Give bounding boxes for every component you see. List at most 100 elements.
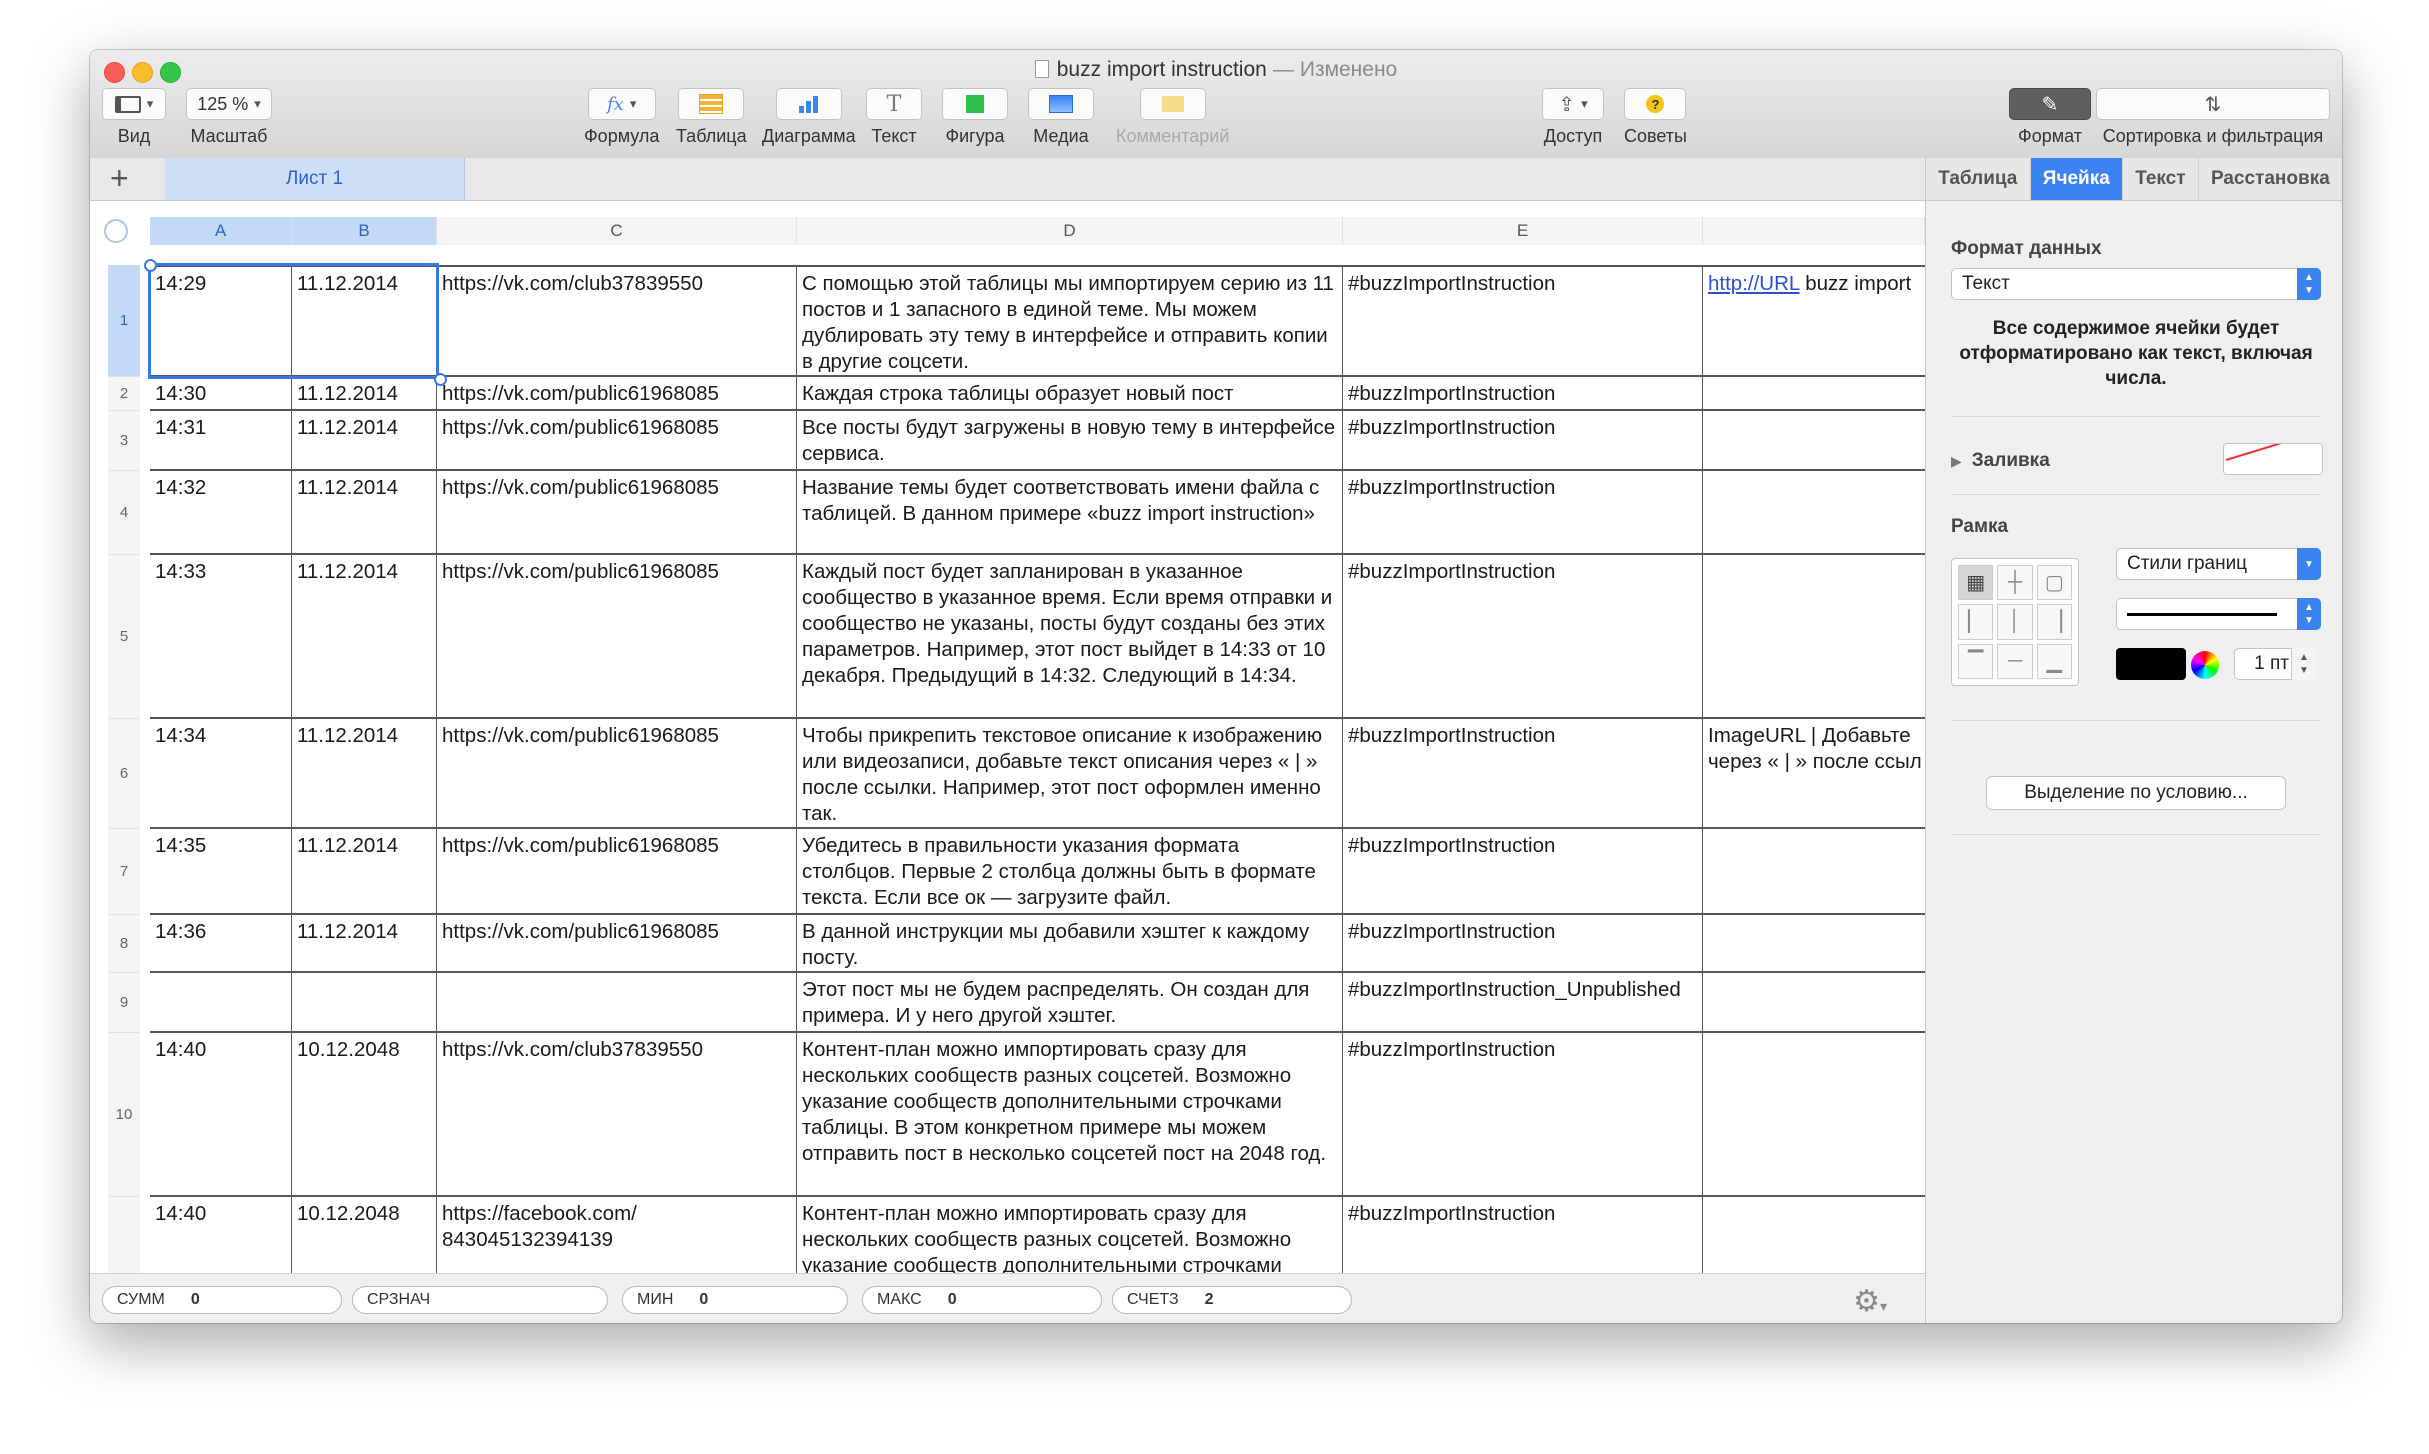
comment-button[interactable]	[1139, 88, 1206, 120]
table-cell-a[interactable]: 14:40	[150, 1033, 292, 1197]
border-all-icon[interactable]: ▦	[1958, 565, 1994, 601]
table-cell-d[interactable]: Контент-план можно импортировать сразу д…	[797, 1033, 1343, 1197]
table-cell-b[interactable]: 11.12.2014	[292, 471, 437, 555]
text-button[interactable]: T	[866, 88, 922, 120]
border-left-icon[interactable]: ▏	[1958, 604, 1994, 640]
table-cell-c[interactable]: https://vk.com/public61968085	[437, 915, 797, 973]
format-button[interactable]: ✎	[2009, 88, 2091, 120]
table-cell-f[interactable]	[1703, 973, 1925, 1033]
tab-cell[interactable]: Ячейка	[2030, 158, 2123, 200]
row-header[interactable]: 8	[108, 915, 140, 973]
row-header[interactable]: 1	[108, 265, 140, 377]
tips-control[interactable]: ? Советы	[1624, 88, 1687, 147]
table-cell-d[interactable]: Чтобы прикрепить текстовое описание к из…	[797, 719, 1343, 829]
row-header[interactable]: 3	[108, 411, 140, 471]
border-right-icon[interactable]: ▕	[2036, 604, 2072, 640]
table-cell-b[interactable]: 11.12.2014	[292, 719, 437, 829]
share-control[interactable]: ⇪ ▾ Доступ	[1542, 88, 1604, 147]
spreadsheet-grid[interactable]: A B C D E 1 14:29 11.12.2014 https://vk.com…	[90, 201, 1925, 1321]
table-cell-c[interactable]: https://vk.com/club37839550	[437, 1033, 797, 1197]
table-cell-f[interactable]	[1703, 1033, 1925, 1197]
table-cell-e[interactable]: #buzzImportInstruction	[1343, 411, 1703, 471]
table-cell-c[interactable]: https://vk.com/public61968085	[437, 377, 797, 411]
min-pill[interactable]: МИН 0	[622, 1286, 848, 1314]
table-cell-e[interactable]: #buzzImportInstruction	[1343, 265, 1703, 377]
table-cell-e[interactable]: #buzzImportInstruction	[1343, 377, 1703, 411]
table-cell-a[interactable]: 14:31	[150, 411, 292, 471]
table-cell-d[interactable]: Каждая строка таблицы образует новый пос…	[797, 377, 1343, 411]
column-header-f[interactable]	[1703, 217, 1925, 245]
border-bottom-icon[interactable]: ▁	[2036, 643, 2072, 679]
table-cell-a[interactable]	[150, 973, 292, 1033]
zoom-control[interactable]: 125 % ▾ Масштаб	[186, 88, 272, 147]
width-stepper-icon[interactable]: ▲ ▼	[2291, 648, 2316, 680]
table-cell-c[interactable]: https://vk.com/public61968085	[437, 411, 797, 471]
fill-toggle[interactable]: ▶ Заливка	[1951, 450, 2050, 472]
border-picker[interactable]: ▦ ┼ ▢ ▏ │ ▕ ▔ ─ ▁	[1951, 558, 2079, 686]
table-cell-f[interactable]	[1703, 377, 1925, 411]
table-cell-f[interactable]	[1703, 829, 1925, 915]
media-button[interactable]	[1028, 88, 1094, 120]
column-header-c[interactable]: C	[437, 217, 797, 245]
table-button[interactable]	[678, 88, 745, 120]
cell-hyperlink[interactable]: http://URL	[1708, 272, 1800, 295]
table-control[interactable]: Таблица	[676, 88, 747, 147]
row-header[interactable]: 7	[108, 829, 140, 915]
table-cell-b[interactable]	[292, 973, 437, 1033]
table-cell-a[interactable]: 14:34	[150, 719, 292, 829]
formula-control[interactable]: fx ▾ Формула	[584, 88, 659, 147]
fill-color-well[interactable]	[2223, 443, 2323, 475]
border-styles-select[interactable]: Стили границ ▼	[2116, 548, 2321, 580]
format-control[interactable]: ✎ Формат	[2009, 88, 2091, 147]
border-vertical-icon[interactable]: │	[1997, 604, 2033, 640]
column-header-d[interactable]: D	[797, 217, 1343, 245]
table-cell-f[interactable]: http://URL buzz import	[1703, 265, 1925, 377]
row-header[interactable]: 10	[108, 1033, 140, 1197]
sort-control[interactable]: ⇅ Сортировка и фильтрация	[2096, 88, 2330, 147]
view-button[interactable]: ▾	[102, 88, 166, 120]
color-wheel-icon[interactable]	[2191, 651, 2219, 679]
table-cell-b[interactable]: 11.12.2014	[292, 915, 437, 973]
table-cell-c[interactable]: https://vk.com/public61968085	[437, 829, 797, 915]
zoom-select[interactable]: 125 % ▾	[186, 88, 272, 120]
table-cell-d[interactable]: В данной инструкции мы добавили хэштег к…	[797, 915, 1343, 973]
table-cell-c[interactable]: https://vk.com/public61968085	[437, 719, 797, 829]
table-cell-a[interactable]: 14:30	[150, 377, 292, 411]
table-cell-b[interactable]: 11.12.2014	[292, 265, 437, 377]
max-pill[interactable]: МАКС 0	[862, 1286, 1102, 1314]
add-sheet-button[interactable]: +	[110, 160, 129, 197]
table-cell-a[interactable]: 14:32	[150, 471, 292, 555]
column-header-e[interactable]: E	[1343, 217, 1703, 245]
table-cell-c[interactable]: https://vk.com/public61968085	[437, 555, 797, 719]
conditional-highlight-button[interactable]: Выделение по условию...	[1986, 776, 2286, 810]
shape-control[interactable]: Фигура	[942, 88, 1008, 147]
border-outside-icon[interactable]: ▢	[2036, 565, 2072, 601]
selection-handle[interactable]	[434, 373, 447, 386]
comment-control[interactable]: Комментарий	[1116, 88, 1229, 147]
table-cell-b[interactable]: 11.12.2014	[292, 411, 437, 471]
tips-button[interactable]: ?	[1624, 88, 1687, 120]
share-button[interactable]: ⇪ ▾	[1542, 88, 1604, 120]
data-format-select[interactable]: Текст ▲ ▼	[1951, 268, 2321, 300]
column-header-b[interactable]: B	[292, 217, 437, 245]
table-cell-b[interactable]: 11.12.2014	[292, 377, 437, 411]
chart-button[interactable]	[775, 88, 842, 120]
table-cell-f[interactable]	[1703, 555, 1925, 719]
table-cell-e[interactable]: #buzzImportInstruction_Unpublished	[1343, 973, 1703, 1033]
table-cell-c[interactable]: https://vk.com/public61968085	[437, 471, 797, 555]
row-header[interactable]: 4	[108, 471, 140, 555]
border-horizontal-icon[interactable]: ─	[1997, 643, 2033, 679]
row-header[interactable]: 2	[108, 377, 140, 411]
table-cell-a[interactable]: 14:33	[150, 555, 292, 719]
table-cell-f[interactable]	[1703, 915, 1925, 973]
table-cell-e[interactable]: #buzzImportInstruction	[1343, 471, 1703, 555]
average-pill[interactable]: СРЗНАЧ	[352, 1286, 608, 1314]
row-header[interactable]: 5	[108, 555, 140, 719]
border-color-well[interactable]	[2116, 648, 2186, 680]
tab-table[interactable]: Таблица	[1926, 158, 2031, 200]
table-cell-d[interactable]: Все посты будут загружены в новую тему в…	[797, 411, 1343, 471]
view-control[interactable]: ▾ Вид	[102, 88, 166, 147]
gear-icon[interactable]: ⚙▾	[1853, 1284, 1887, 1319]
formula-button[interactable]: fx ▾	[587, 88, 656, 120]
selection-handle[interactable]	[144, 259, 157, 272]
